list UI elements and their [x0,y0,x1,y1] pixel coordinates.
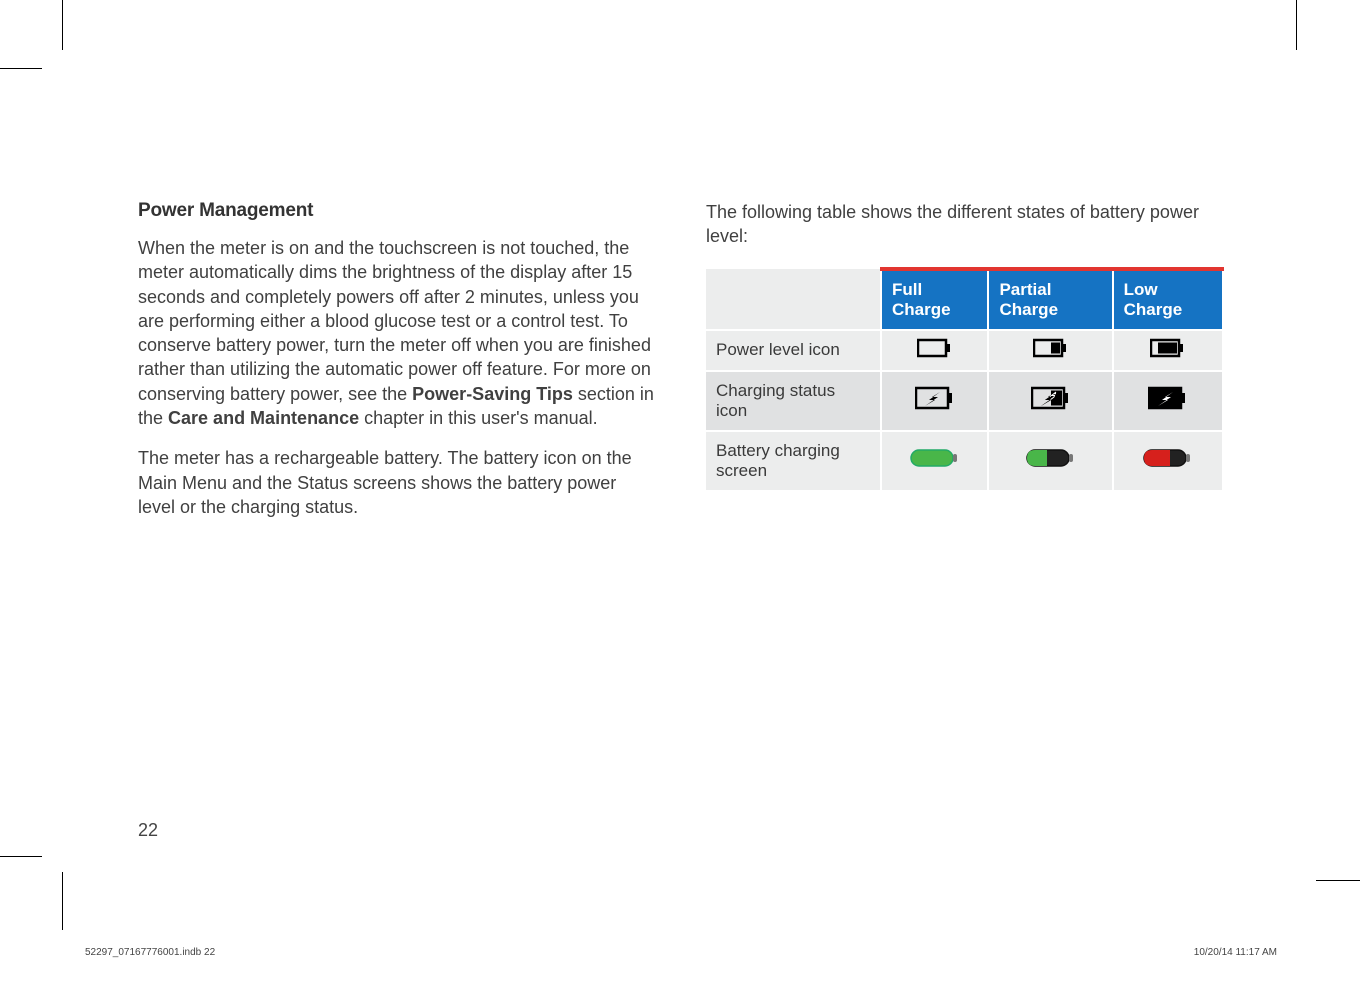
crop-mark [62,0,63,50]
page: Power Management When the meter is on an… [0,0,1362,996]
footer-filename: 52297_07167776001.indb 22 [85,947,215,958]
crop-mark [0,856,42,857]
right-column: The following table shows the different … [706,200,1224,535]
crop-mark [0,68,42,69]
charging-icon-low [1113,371,1223,431]
paragraph-2: The meter has a rechargeable battery. Th… [138,446,656,519]
battery-pill-full [881,431,988,490]
battery-icon-partial [988,330,1112,371]
battery-icon-low [1113,330,1223,371]
table-row: Battery charging screen [706,431,1223,490]
crop-mark [1316,880,1360,881]
section-heading: Power Management [138,200,656,222]
charging-icon-partial [988,371,1112,431]
table-intro: The following table shows the different … [706,200,1224,249]
table-header-partial: Partial Charge [988,269,1112,330]
table-header-blank [706,269,881,330]
battery-states-table: Full Charge Partial Charge Low Charge Po… [706,267,1224,490]
content-area: Power Management When the meter is on an… [138,200,1224,535]
paragraph-1: When the meter is on and the touchscreen… [138,236,656,430]
table-header-low: Low Charge [1113,269,1223,330]
battery-pill-low [1113,431,1223,490]
row-label: Battery charging screen [706,431,881,490]
charging-icon-full [881,371,988,431]
footer-timestamp: 10/20/14 11:17 AM [1194,947,1277,958]
table-row: Power level icon [706,330,1223,371]
row-label: Power level icon [706,330,881,371]
table-header-full: Full Charge [881,269,988,330]
battery-icon-full [881,330,988,371]
crop-mark [1296,0,1297,50]
table-row: Charging status icon [706,371,1223,431]
page-number: 22 [138,820,158,841]
crop-mark [62,872,63,930]
battery-pill-partial [988,431,1112,490]
row-label: Charging status icon [706,371,881,431]
left-column: Power Management When the meter is on an… [138,200,656,535]
